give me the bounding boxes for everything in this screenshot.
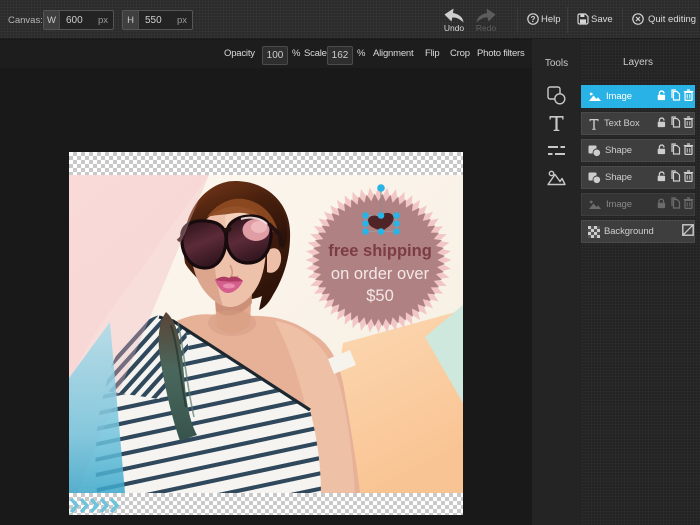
svg-text:?: ?: [531, 15, 536, 24]
svg-text:on order over: on order over: [331, 265, 430, 283]
svg-text:$50: $50: [366, 287, 394, 305]
svg-text:free shipping: free shipping: [328, 242, 432, 260]
